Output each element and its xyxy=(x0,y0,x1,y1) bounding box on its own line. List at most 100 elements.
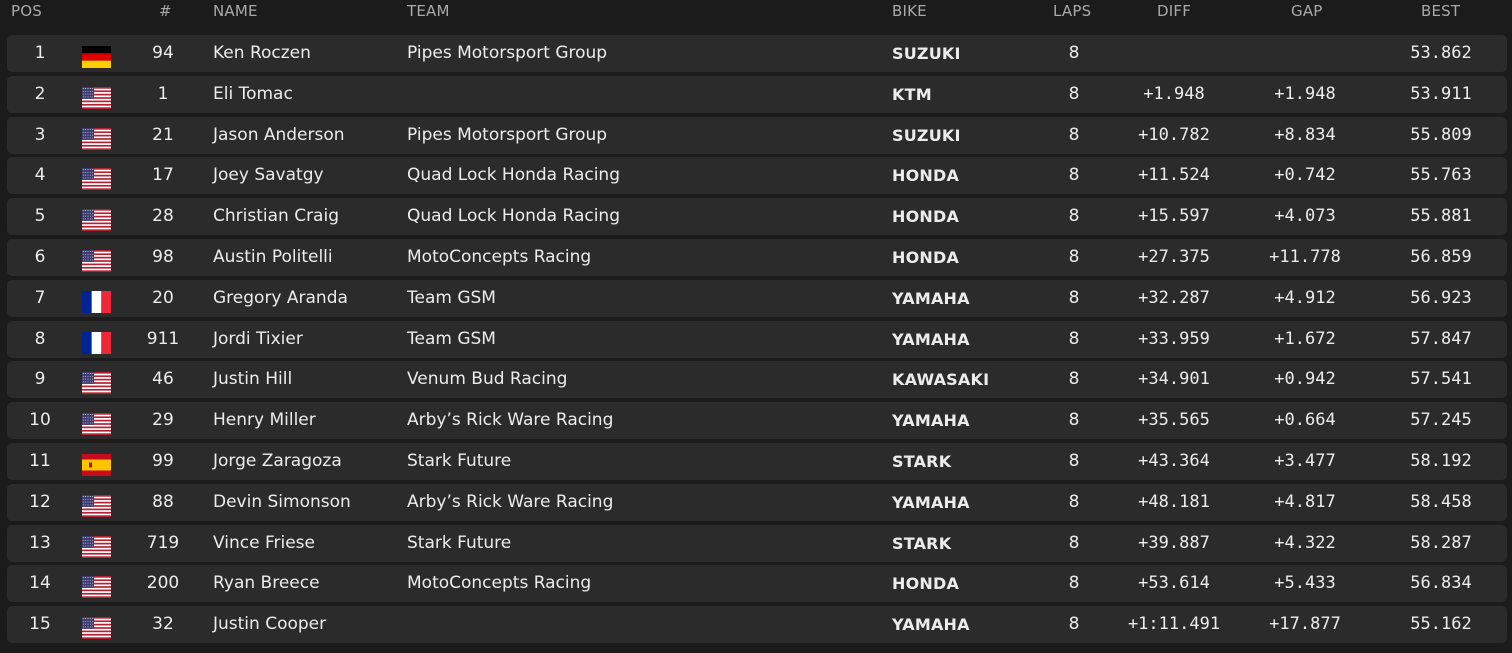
bike-brand-cell: STARK xyxy=(892,452,952,471)
bike-brand-cell: HONDA xyxy=(892,166,960,186)
rider-name-cell: Jordi Tixier xyxy=(213,328,303,349)
position-cell: 8 xyxy=(34,328,46,349)
bike-brand-cell: SUZUKI xyxy=(892,125,961,145)
bike-number-cell: 88 xyxy=(152,491,174,512)
gap-cell: +5.433 xyxy=(1274,573,1336,594)
header-laps: LAPS xyxy=(1053,2,1092,20)
table-row[interactable]: 6 98 Austin Politelli MotoConcepts Racing HO… xyxy=(7,239,1507,276)
flag-usa-icon xyxy=(82,413,111,436)
position-cell: 5 xyxy=(34,206,46,227)
flag-usa-icon xyxy=(82,535,111,558)
best-lap-cell: 58.192 xyxy=(1410,451,1472,471)
team-cell: Team GSM xyxy=(407,328,496,349)
best-lap-cell: 53.911 xyxy=(1410,83,1472,104)
laps-cell: 8 xyxy=(1068,573,1080,594)
gap-cell xyxy=(1245,35,1365,72)
diff-cell: +15.597 xyxy=(1138,206,1210,227)
table-row[interactable]: 10 29 Henry Miller Arby’s Rick Ware Racing Y… xyxy=(7,402,1507,440)
bike-number-cell: 1 xyxy=(157,83,169,104)
rider-name-cell: Joey Savatgy xyxy=(213,165,324,186)
results-table: POS # NAME TEAM BIKE LAPS DIFF GAP BEST … xyxy=(0,0,1512,653)
table-row[interactable]: 11 99 Jorge Zaragoza Stark Future STARK 8 +43.… xyxy=(7,443,1507,480)
table-row[interactable]: 13 719 Vince Friese Stark Future STARK 8 +39.8… xyxy=(7,524,1507,562)
laps-cell: 8 xyxy=(1068,491,1080,512)
team-cell: MotoConcepts Racing xyxy=(407,573,592,594)
best-lap-cell: 56.859 xyxy=(1410,247,1472,267)
laps-cell: 8 xyxy=(1068,83,1080,104)
bike-brand-cell: SUZUKI xyxy=(892,44,961,63)
gap-cell: +11.778 xyxy=(1269,247,1341,267)
position-cell: 14 xyxy=(29,573,51,594)
gap-cell: +8.834 xyxy=(1274,124,1336,145)
bike-number-cell: 911 xyxy=(146,328,180,349)
table-row[interactable]: 9 46 Justin Hill Venum Bud Racing KAWASAKI 8 +… xyxy=(7,361,1507,399)
position-cell: 9 xyxy=(34,369,46,390)
laps-cell: 8 xyxy=(1068,43,1080,63)
team-cell: Arby’s Rick Ware Racing xyxy=(407,410,614,431)
rider-name-cell: Justin Cooper xyxy=(213,614,327,635)
table-row[interactable]: 12 88 Devin Simonson Arby’s Rick Ware Racin… xyxy=(7,483,1507,521)
header-team: TEAM xyxy=(407,2,450,20)
table-header: POS # NAME TEAM BIKE LAPS DIFF GAP BEST xyxy=(0,0,1512,30)
position-cell: 3 xyxy=(34,124,46,145)
flag-usa-icon xyxy=(82,617,111,640)
diff-cell: +11.524 xyxy=(1138,165,1210,186)
laps-cell: 8 xyxy=(1068,124,1080,145)
flag-usa-icon xyxy=(82,494,111,517)
team-cell: Pipes Motorsport Group xyxy=(407,43,608,63)
best-lap-cell: 55.809 xyxy=(1410,124,1472,145)
table-row[interactable]: 5 28 Christian Craig Quad Lock Honda Racing… xyxy=(7,198,1507,236)
bike-number-cell: 28 xyxy=(152,206,174,227)
rider-name-cell: Vince Friese xyxy=(213,532,315,553)
table-row[interactable]: 14 200 Ryan Breece MotoConcepts Racing HONDA… xyxy=(7,565,1507,603)
gap-cell: +0.942 xyxy=(1274,369,1336,390)
header-bike: BIKE xyxy=(892,2,927,20)
rider-name-cell: Devin Simonson xyxy=(213,491,351,512)
team-cell: Stark Future xyxy=(407,532,512,553)
table-row[interactable]: 2 1 Eli Tomac KTM 8 +1.948 +1.948 53.911 xyxy=(7,75,1507,113)
table-row[interactable]: 7 20 Gregory Aranda Team GSM YAMAHA 8 +32.287 +… xyxy=(7,279,1507,317)
table-row[interactable]: 4 17 Joey Savatgy Quad Lock Honda Racing HON… xyxy=(7,157,1507,195)
diff-cell: +33.959 xyxy=(1138,328,1210,349)
rider-name-cell: Christian Craig xyxy=(213,206,339,227)
gap-cell: +0.664 xyxy=(1274,410,1336,431)
position-cell: 7 xyxy=(34,287,46,308)
bike-brand-cell: HONDA xyxy=(892,574,960,594)
header-best: BEST xyxy=(1421,2,1461,20)
laps-cell: 8 xyxy=(1068,328,1080,349)
gap-cell: +1.672 xyxy=(1274,328,1336,349)
laps-cell: 8 xyxy=(1068,532,1080,553)
position-cell: 12 xyxy=(29,491,51,512)
gap-cell: +4.817 xyxy=(1274,491,1336,512)
table-row[interactable]: 15 32 Justin Cooper YAMAHA 8 +1:11.491 +17.877… xyxy=(7,606,1507,644)
rider-name-cell: Ken Roczen xyxy=(213,43,311,63)
header-pos: POS xyxy=(11,2,42,20)
diff-cell: +35.565 xyxy=(1138,410,1210,431)
header-gap: GAP xyxy=(1291,2,1323,20)
bike-brand-cell: YAMAHA xyxy=(892,492,970,512)
team-cell: Stark Future xyxy=(407,451,512,471)
flag-usa-icon xyxy=(82,576,111,599)
diff-cell xyxy=(1114,35,1234,72)
flag-usa-icon xyxy=(82,209,111,232)
header-name: NAME xyxy=(213,2,258,20)
flag-spain-icon xyxy=(82,454,111,476)
rider-name-cell: Jason Anderson xyxy=(213,124,345,145)
flag-usa-icon xyxy=(82,250,111,272)
rider-name-cell: Austin Politelli xyxy=(213,247,333,267)
gap-cell: +1.948 xyxy=(1274,83,1336,104)
flag-usa-icon xyxy=(82,372,111,395)
position-cell: 11 xyxy=(29,451,51,471)
bike-brand-cell: KAWASAKI xyxy=(892,370,990,390)
team-cell: Venum Bud Racing xyxy=(407,369,568,390)
table-row[interactable]: 1 94 Ken Roczen Pipes Motorsport Group SUZUK… xyxy=(7,35,1507,72)
laps-cell: 8 xyxy=(1068,410,1080,431)
position-cell: 15 xyxy=(29,614,51,635)
best-lap-cell: 55.763 xyxy=(1410,165,1472,186)
laps-cell: 8 xyxy=(1068,206,1080,227)
laps-cell: 8 xyxy=(1068,451,1080,471)
table-row[interactable]: 8 911 Jordi Tixier Team GSM YAMAHA 8 +33.959 +1… xyxy=(7,320,1507,358)
bike-number-cell: 46 xyxy=(152,369,174,390)
table-row[interactable]: 3 21 Jason Anderson Pipes Motorsport Group S… xyxy=(7,116,1507,154)
best-lap-cell: 55.881 xyxy=(1410,206,1472,227)
